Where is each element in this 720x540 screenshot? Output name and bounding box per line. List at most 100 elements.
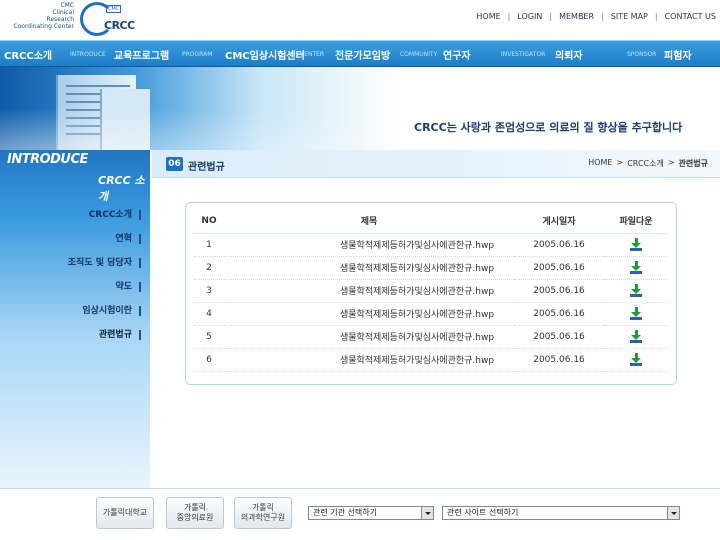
row-number: 5 [194, 325, 224, 349]
logo-line: Research [46, 16, 74, 23]
nav-label: 피험자 [664, 50, 692, 62]
nav-community[interactable]: 전문가모임방 COMMUNITY [335, 41, 437, 67]
nav-label: 연구자 [443, 50, 471, 62]
row-download-cell [604, 256, 668, 280]
subnav-bar [139, 330, 141, 340]
nav-program[interactable]: 교육프로그램 PROGRAM [114, 41, 212, 67]
select-value: 관련 기관 선택하기 [313, 508, 377, 517]
login-link[interactable]: LOGIN [517, 12, 542, 21]
subnav-label: 약도 [115, 282, 132, 292]
subnav-bar [139, 234, 141, 244]
download-icon[interactable] [629, 260, 643, 275]
table-row: 3 생물학적제제등허가및심사에관한규.hwp 2005.06.16 [194, 279, 668, 303]
nav-introduce[interactable]: CRCC소개 INTRODUCE [4, 41, 106, 67]
nav-sublabel: INTRODUCE [70, 51, 106, 58]
page-title: 관련법규 [188, 162, 225, 173]
subnav-bar [139, 306, 141, 316]
table-row: 2 생물학적제제등허가및심사에관한규.hwp 2005.06.16 [194, 256, 668, 280]
download-icon[interactable] [629, 329, 643, 344]
top-header: CMC Clinical Research Coordinating Cente… [0, 0, 720, 40]
home-link[interactable]: HOME [476, 12, 500, 21]
download-icon[interactable] [629, 237, 643, 252]
breadcrumb-separator: > [616, 158, 624, 167]
subnav-item-history[interactable]: 연혁 [0, 232, 150, 256]
row-title-link[interactable]: 생물학적제제등허가및심사에관한규.hwp [224, 256, 514, 280]
nav-sublabel: CENTER [300, 51, 325, 58]
section-title-en: INTRODUCE [7, 152, 88, 167]
row-title-link[interactable]: 생물학적제제등허가및심사에관한규.hwp [224, 279, 514, 303]
breadcrumb: HOME > CRCC소개 > 관련법규 [588, 158, 708, 169]
catholic-medical-center-button[interactable]: 가톨릭 중앙의료원 [166, 497, 224, 529]
row-number: 4 [194, 302, 224, 326]
download-icon[interactable] [629, 283, 643, 298]
subnav-item-regulations[interactable]: 관련법규 [0, 328, 150, 352]
table-row: 5 생물학적제제등허가및심사에관한규.hwp 2005.06.16 [194, 325, 668, 349]
footer-button-label: 가톨릭대학교 [102, 508, 148, 517]
subnav-bar [139, 210, 141, 220]
sitemap-link[interactable]: SITE MAP [611, 12, 648, 21]
row-download-cell [604, 279, 668, 303]
nav-sublabel: COMMUNITY [400, 51, 438, 58]
nav-investigator[interactable]: 연구자 INVESTIGATOR [443, 41, 545, 67]
breadcrumb-section[interactable]: CRCC소개 [627, 158, 664, 169]
breadcrumb-current: 관련법규 [678, 159, 708, 168]
row-download-cell [604, 348, 668, 372]
logo[interactable]: CMC Clinical Research Coordinating Cente… [0, 0, 135, 40]
logo-line: CMC [60, 2, 74, 9]
subnav-item-map[interactable]: 약도 [0, 280, 150, 304]
row-title-link[interactable]: 생물학적제제등허가및심사에관한규.hwp [224, 302, 514, 326]
member-link[interactable]: MEMBER [559, 12, 594, 21]
nav-sublabel: INVESTIGATOR [501, 51, 546, 58]
row-number: 2 [194, 256, 224, 280]
chevron-down-icon [421, 507, 433, 519]
logo-word: CRCC [104, 19, 135, 32]
row-title-link[interactable]: 생물학적제제등허가및심사에관한규.hwp [224, 348, 514, 372]
section-title-ko: CRCC 소개 [98, 174, 145, 203]
footer-button-label: 가톨릭 중앙의료원 [176, 503, 214, 522]
row-download-cell [604, 233, 668, 257]
subnav-item-organization[interactable]: 조직도 및 담당자 [0, 256, 150, 280]
nav-label: CMC임상시험센터 [225, 50, 305, 62]
row-title-link[interactable]: 생물학적제제등허가및심사에관한규.hwp [224, 325, 514, 349]
row-date: 2005.06.16 [514, 325, 604, 349]
subnav-label: 임상시험이란 [82, 306, 132, 316]
row-date: 2005.06.16 [514, 279, 604, 303]
nav-subject[interactable]: 피험자 [664, 41, 692, 67]
link-divider: | [601, 12, 604, 21]
row-title-link[interactable]: 생물학적제제등허가및심사에관한규.hwp [224, 233, 514, 257]
banner-slogan: CRCC는 사랑과 존엄성으로 의료의 질 향상을 추구합니다 [414, 121, 683, 134]
download-icon[interactable] [629, 306, 643, 321]
subnav-item-clinical-trial[interactable]: 임상시험이란 [0, 304, 150, 328]
row-download-cell [604, 302, 668, 326]
subnav-label: 관련법규 [98, 330, 132, 340]
left-sidebar: INTRODUCE CRCC 소개 CRCC소개 연혁 조직도 및 담당자 약도… [0, 150, 150, 488]
subnav-item-crcc[interactable]: CRCC소개 [0, 208, 150, 232]
select-value: 관련 사이트 선택하기 [447, 508, 519, 517]
top-links: HOME | LOGIN | MEMBER | SITE MAP | CONTA… [476, 12, 716, 21]
nav-label: 의뢰자 [555, 50, 583, 62]
table-row: 6 생물학적제제등허가및심사에관한규.hwp 2005.06.16 [194, 348, 668, 372]
main-nav: CRCC소개 INTRODUCE 교육프로그램 PROGRAM CMC임상시험센… [0, 40, 720, 67]
contact-link[interactable]: CONTACT US [665, 12, 716, 21]
catholic-univ-button[interactable]: 가톨릭대학교 [96, 497, 154, 529]
link-divider: | [654, 12, 658, 21]
download-icon[interactable] [629, 352, 643, 367]
breadcrumb-separator: > [667, 158, 675, 167]
related-org-select[interactable]: 관련 기관 선택하기 [308, 506, 434, 520]
nav-center[interactable]: CMC임상시험센터 CENTER [225, 41, 324, 67]
nav-label: CRCC소개 [4, 50, 53, 62]
table-row: 4 생물학적제제등허가및심사에관한규.hwp 2005.06.16 [194, 302, 668, 326]
nav-sublabel: SPONSOR [627, 51, 657, 58]
logo-tag: CMC [106, 5, 122, 13]
content-title-bar: 06 관련법규 HOME > CRCC소개 > 관련법규 [152, 150, 720, 178]
breadcrumb-home[interactable]: HOME [588, 158, 612, 169]
catholic-research-institute-button[interactable]: 가톨릭 의과학연구원 [234, 497, 292, 529]
related-site-select[interactable]: 관련 사이트 선택하기 [442, 506, 680, 520]
col-header-no: NO [194, 209, 224, 234]
col-header-download: 파일다운 [604, 209, 668, 234]
subnav-label: CRCC소개 [88, 210, 132, 220]
logo-mark-icon: CMC CRCC [80, 2, 135, 36]
nav-label: 전문가모임방 [335, 50, 391, 62]
col-header-date: 게시일자 [514, 209, 604, 234]
nav-sponsor[interactable]: 의뢰자 SPONSOR [555, 41, 656, 67]
